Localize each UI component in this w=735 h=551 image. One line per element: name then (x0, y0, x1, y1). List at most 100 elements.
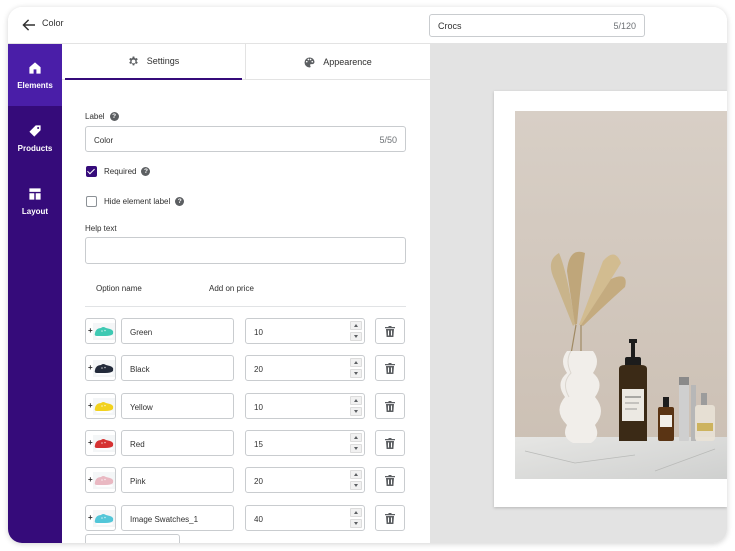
trash-icon (385, 325, 395, 337)
sidebar-item-label: Elements (17, 80, 53, 90)
swatch-picker[interactable]: + (85, 430, 116, 456)
delete-option-button[interactable] (375, 318, 405, 344)
swatch-picker[interactable]: + (85, 505, 116, 531)
price-stepper (350, 358, 362, 378)
label-field-title-text: Label (85, 112, 105, 121)
delete-option-button[interactable] (375, 393, 405, 419)
decrement-button[interactable] (350, 481, 362, 490)
required-label-text: Required (104, 167, 137, 176)
delete-option-button[interactable] (375, 355, 405, 381)
price-stepper (350, 470, 362, 490)
product-name-input[interactable]: Crocs 5/120 (429, 14, 645, 37)
tab-appearence[interactable]: Appearence (246, 44, 430, 80)
option-name-value: Image Swatches_1 (130, 515, 199, 524)
help-text-input[interactable] (85, 237, 406, 264)
trash-icon (385, 512, 395, 524)
shoe-swatch-icon (93, 510, 115, 527)
required-checkbox[interactable] (86, 166, 97, 177)
delete-option-button[interactable] (375, 505, 405, 531)
option-price-input[interactable]: 20 (245, 467, 365, 493)
shoe-swatch-icon (93, 360, 115, 377)
option-row: + Yellow 10 (85, 393, 406, 420)
palette-icon (304, 57, 315, 67)
help-icon[interactable]: ? (175, 197, 185, 207)
option-row: + Red 15 (85, 430, 406, 457)
price-stepper (350, 508, 362, 528)
option-name-input[interactable]: Image Swatches_1 (121, 505, 234, 531)
increment-button[interactable] (350, 396, 362, 405)
shoe-swatch-icon (93, 472, 115, 489)
trash-icon (385, 400, 395, 412)
delete-option-button[interactable] (375, 467, 405, 493)
swatch-picker[interactable]: + (85, 355, 116, 381)
help-text-title: Help text (85, 224, 117, 233)
decrement-button[interactable] (350, 519, 362, 528)
option-name-value: Green (130, 328, 153, 337)
increment-button[interactable] (350, 470, 362, 479)
option-row: + Black 20 (85, 355, 406, 382)
tag-icon (29, 124, 41, 137)
plus-icon: + (88, 326, 93, 335)
increment-button[interactable] (350, 433, 362, 442)
help-icon[interactable]: ? (109, 112, 119, 122)
delete-option-button[interactable] (375, 430, 405, 456)
label-input[interactable]: Color 5/50 (85, 126, 406, 152)
preview-area (430, 44, 727, 543)
option-price-value: 15 (254, 440, 263, 449)
layout-icon (29, 187, 41, 200)
option-price-value: 10 (254, 328, 263, 337)
option-name-input[interactable]: Red (121, 430, 234, 456)
option-name-input[interactable]: Green (121, 318, 234, 344)
label-input-value: Color (94, 136, 114, 145)
sidebar-item-products[interactable]: Products (8, 107, 62, 169)
increment-button[interactable] (350, 508, 362, 517)
sidebar-item-layout[interactable]: Layout (8, 170, 62, 232)
option-price-input[interactable]: 10 (245, 318, 365, 344)
option-price-value: 20 (254, 477, 263, 486)
option-name-header: Option name (96, 284, 142, 293)
required-label: Required? (104, 167, 151, 177)
swatch-picker[interactable]: + (85, 467, 116, 493)
option-price-input[interactable]: 15 (245, 430, 365, 456)
tab-label: Settings (146, 56, 180, 66)
option-name-input[interactable]: Yellow (121, 393, 234, 419)
option-row: + Image Swatches_1 40 (85, 505, 406, 532)
hide-label-checkbox[interactable] (86, 196, 97, 207)
home-icon (29, 61, 41, 74)
panel-tabs: Settings Appearence (62, 44, 430, 80)
option-price-value: 10 (254, 403, 263, 412)
option-price-input[interactable]: 40 (245, 505, 365, 531)
shoe-swatch-icon (93, 435, 115, 452)
decrement-button[interactable] (350, 332, 362, 341)
price-stepper (350, 433, 362, 453)
swatch-picker[interactable]: + (85, 393, 116, 419)
product-name-value: Crocs (438, 21, 462, 31)
decrement-button[interactable] (350, 369, 362, 378)
increment-button[interactable] (350, 321, 362, 330)
option-price-value: 20 (254, 365, 263, 374)
option-name-input[interactable]: Pink (121, 467, 234, 493)
decrement-button[interactable] (350, 407, 362, 416)
sidebar-item-label: Products (17, 143, 53, 153)
price-stepper (350, 321, 362, 341)
tab-label: Appearence (323, 57, 372, 67)
plus-icon: + (88, 401, 93, 410)
swatch-picker[interactable]: + (85, 318, 116, 344)
label-char-count: 5/50 (379, 135, 397, 145)
option-name-input[interactable]: Black (121, 355, 234, 381)
back-arrow-icon[interactable] (21, 17, 37, 33)
option-name-value: Pink (130, 477, 146, 486)
tab-settings[interactable]: Settings (65, 44, 242, 80)
option-name-value: Red (130, 440, 145, 449)
help-icon[interactable]: ? (141, 167, 151, 177)
option-row: + Pink 20 (85, 467, 406, 494)
option-price-input[interactable]: 20 (245, 355, 365, 381)
option-price-input[interactable]: 10 (245, 393, 365, 419)
decrement-button[interactable] (350, 444, 362, 453)
shoe-swatch-icon (93, 398, 115, 415)
sidebar-item-elements[interactable]: Elements (8, 44, 62, 106)
add-option-button[interactable] (85, 534, 180, 543)
increment-button[interactable] (350, 358, 362, 367)
plus-icon: + (88, 363, 93, 372)
hide-label-label: Hide element label? (104, 197, 185, 207)
